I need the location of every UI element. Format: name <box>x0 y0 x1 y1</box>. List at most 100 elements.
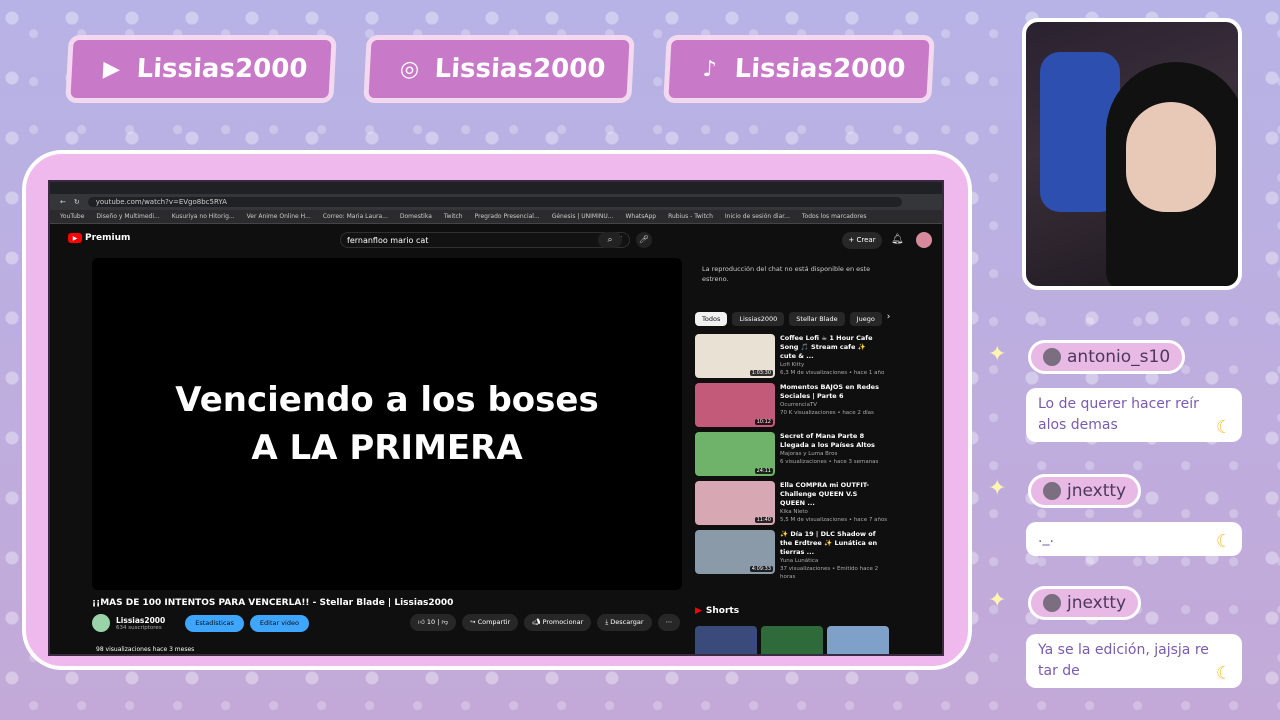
recommendations-list: 1:03:30 Coffee Lofi ☕ 1 Hour Cafe Song 🎵… <box>695 334 895 580</box>
bookmark-item[interactable]: Génesis | UNIMINU... <box>552 213 614 220</box>
chat-username-tag: jnextty <box>1028 586 1142 620</box>
rec-title[interactable]: Coffee Lofi ☕ 1 Hour Cafe Song 🎵 Stream … <box>780 334 880 361</box>
view-count: 98 visualizaciones hace 3 meses <box>96 646 195 653</box>
list-item[interactable]: 10:12 Momentos BAJOS en Redes Sociales |… <box>695 383 895 432</box>
download-button[interactable]: ⤓ Descargar <box>597 614 652 631</box>
bookmark-item[interactable]: Kusuriya no Hitorig... <box>172 213 235 220</box>
shorts-label: Shorts <box>705 606 740 616</box>
video-thumbnail[interactable]: 11:40 <box>695 481 775 525</box>
rec-title[interactable]: ✨ Día 19 | DLC Shadow of the Erdtree ✨ L… <box>780 530 880 557</box>
bookmark-item[interactable]: WhatsApp <box>625 213 656 220</box>
rec-meta: 37 visualizaciones • Emitido hace 2 hora… <box>780 566 879 580</box>
video-thumbnail[interactable]: 10:12 <box>695 383 775 427</box>
list-item[interactable]: 24:11 Secret of Mana Parte 8 Llegada a l… <box>695 432 895 481</box>
chat-username: jnextty <box>1067 481 1127 501</box>
search-input[interactable]: fernanfloo mario cat ✕ <box>340 232 630 248</box>
tiktok-social-badge: ♪ Lissias2000 <box>668 40 930 98</box>
reload-icon[interactable]: ↻ <box>74 198 80 206</box>
chip-all[interactable]: Todos <box>695 312 728 326</box>
video-thumbnail[interactable]: 1:03:30 <box>695 334 775 378</box>
sparkle-icon: ✦ <box>988 588 1007 613</box>
play-icon: ▶ <box>68 233 82 243</box>
bookmark-item[interactable]: Ver Anime Online H... <box>247 213 311 220</box>
mic-icon[interactable]: 🎤︎ <box>636 232 652 248</box>
search-icon: ⌕ <box>607 235 613 245</box>
chat-message-bubble: ._. ☾ <box>1026 522 1242 556</box>
list-item[interactable]: 11:40 Ella COMPRA mi OUTFIT- Challenge Q… <box>695 481 895 530</box>
chevron-right-icon[interactable]: › <box>887 312 891 326</box>
chat-username: jnextty <box>1067 593 1127 613</box>
promote-button[interactable]: 📣︎ Promocionar <box>524 614 592 631</box>
chip-channel[interactable]: Lissias2000 <box>732 312 785 326</box>
search-value: fernanfloo mario cat <box>347 235 429 245</box>
chat-username-tag: jnextty <box>1028 474 1142 508</box>
sparkle-icon: ✦ <box>988 476 1007 501</box>
subscriber-count: 634 suscriptores <box>116 624 162 631</box>
rec-title[interactable]: Secret of Mana Parte 8 Llegada a los Paí… <box>780 432 880 450</box>
edit-video-button[interactable]: Editar video <box>249 614 309 632</box>
tiktok-icon: ♪ <box>701 56 718 82</box>
user-emote-icon <box>1043 594 1061 612</box>
player-title-line2: A LA PRIMERA <box>251 428 523 468</box>
list-item[interactable]: 1:03:30 Coffee Lofi ☕ 1 Hour Cafe Song 🎵… <box>695 334 895 383</box>
chat-message: Ya se la edición, jajsja re tar de <box>1038 642 1209 679</box>
stats-button[interactable]: Estadísticas <box>185 614 244 632</box>
duration-badge: 1:03:30 <box>749 370 773 376</box>
bookmark-item[interactable]: Pregrado Presencial... <box>475 213 540 220</box>
bell-icon[interactable]: 🔔︎ <box>891 234 904 245</box>
chat-username-tag: antonio_s10 <box>1028 340 1186 374</box>
youtube-logo[interactable]: ▶ Premium <box>68 233 130 243</box>
like-button[interactable]: 👍︎ 10 | 👎︎ <box>410 614 457 631</box>
video-thumbnail[interactable]: 24:11 <box>695 432 775 476</box>
bookmark-item[interactable]: Todos los marcadores <box>802 213 867 220</box>
bookmark-item[interactable]: Diseño y Multimedi... <box>96 213 159 220</box>
video-player[interactable]: Venciendo a los boses A LA PRIMERA <box>92 258 682 590</box>
more-icon[interactable]: ⋯ <box>657 614 681 631</box>
chip-stellar-blade[interactable]: Stellar Blade <box>789 312 845 326</box>
chat-message: Lo de querer hacer reír alos demas <box>1038 396 1199 433</box>
channel-avatar[interactable] <box>92 614 110 632</box>
sparkle-icon: ✦ <box>988 342 1007 367</box>
rec-title[interactable]: Momentos BAJOS en Redes Sociales | Parte… <box>780 383 880 401</box>
youtube-header: ▶ Premium fernanfloo mario cat ✕ ⌕ 🎤︎ + … <box>50 224 942 256</box>
shorts-header: ▶ Shorts <box>695 606 739 616</box>
share-button[interactable]: ↪ Compartir <box>462 614 519 631</box>
rec-meta: 6,3 M de visualizaciones • hace 1 año <box>780 370 885 376</box>
bookmark-item[interactable]: YouTube <box>60 213 84 220</box>
download-label: Descargar <box>610 618 644 626</box>
short-thumbnail[interactable] <box>695 626 757 654</box>
rec-channel: OcurrenciaTV <box>780 402 818 408</box>
share-label: Compartir <box>477 618 511 626</box>
search-button[interactable]: ⌕ <box>598 232 622 248</box>
logo-text: Premium <box>85 233 131 243</box>
create-label: Crear <box>856 236 876 244</box>
back-icon[interactable]: ← <box>60 198 66 206</box>
address-bar[interactable]: youtube.com/watch?v=EVgo8bc5RYA <box>87 197 902 207</box>
channel-name[interactable]: Lissias2000 <box>116 616 165 625</box>
list-item[interactable]: 4:09:33 ✨ Día 19 | DLC Shadow of the Erd… <box>695 530 895 580</box>
instagram-handle: Lissias2000 <box>433 54 607 84</box>
youtube-social-badge: ▶ Lissias2000 <box>70 40 332 98</box>
short-thumbnail[interactable] <box>761 626 823 654</box>
avatar[interactable] <box>916 232 932 248</box>
create-button[interactable]: + Crear <box>842 232 882 249</box>
youtube-handle: Lissias2000 <box>135 54 309 84</box>
short-thumbnail[interactable] <box>827 626 889 654</box>
bookmark-item[interactable]: Twitch <box>444 213 463 220</box>
video-thumbnail[interactable]: 4:09:33 <box>695 530 775 574</box>
bookmark-item[interactable]: Correo: Maria Laura... <box>323 213 388 220</box>
bookmark-item[interactable]: Domestika <box>400 213 432 220</box>
chat-message-bubble: Ya se la edición, jajsja re tar de ☾ <box>1026 634 1242 688</box>
moon-icon: ☾ <box>1215 663 1232 684</box>
chip-games[interactable]: Juego <box>849 312 882 326</box>
bookmark-item[interactable]: Inicio de sesión diar... <box>725 213 790 220</box>
bookmark-item[interactable]: Rubius - Twitch <box>668 213 713 220</box>
player-title-line1: Venciendo a los boses <box>175 380 599 420</box>
filter-chips: Todos Lissias2000 Stellar Blade Juego › <box>695 312 890 326</box>
tab-strip[interactable] <box>50 182 942 194</box>
moon-icon: ☾ <box>1215 417 1232 438</box>
rec-title[interactable]: Ella COMPRA mi OUTFIT- Challenge QUEEN V… <box>780 481 880 508</box>
browser-window: ← ↻ youtube.com/watch?v=EVgo8bc5RYA YouT… <box>48 180 944 656</box>
chat-unavailable-notice: La reproducción del chat no está disponi… <box>702 265 871 283</box>
bookmarks-bar: YouTube Diseño y Multimedi... Kusuriya n… <box>50 210 942 224</box>
